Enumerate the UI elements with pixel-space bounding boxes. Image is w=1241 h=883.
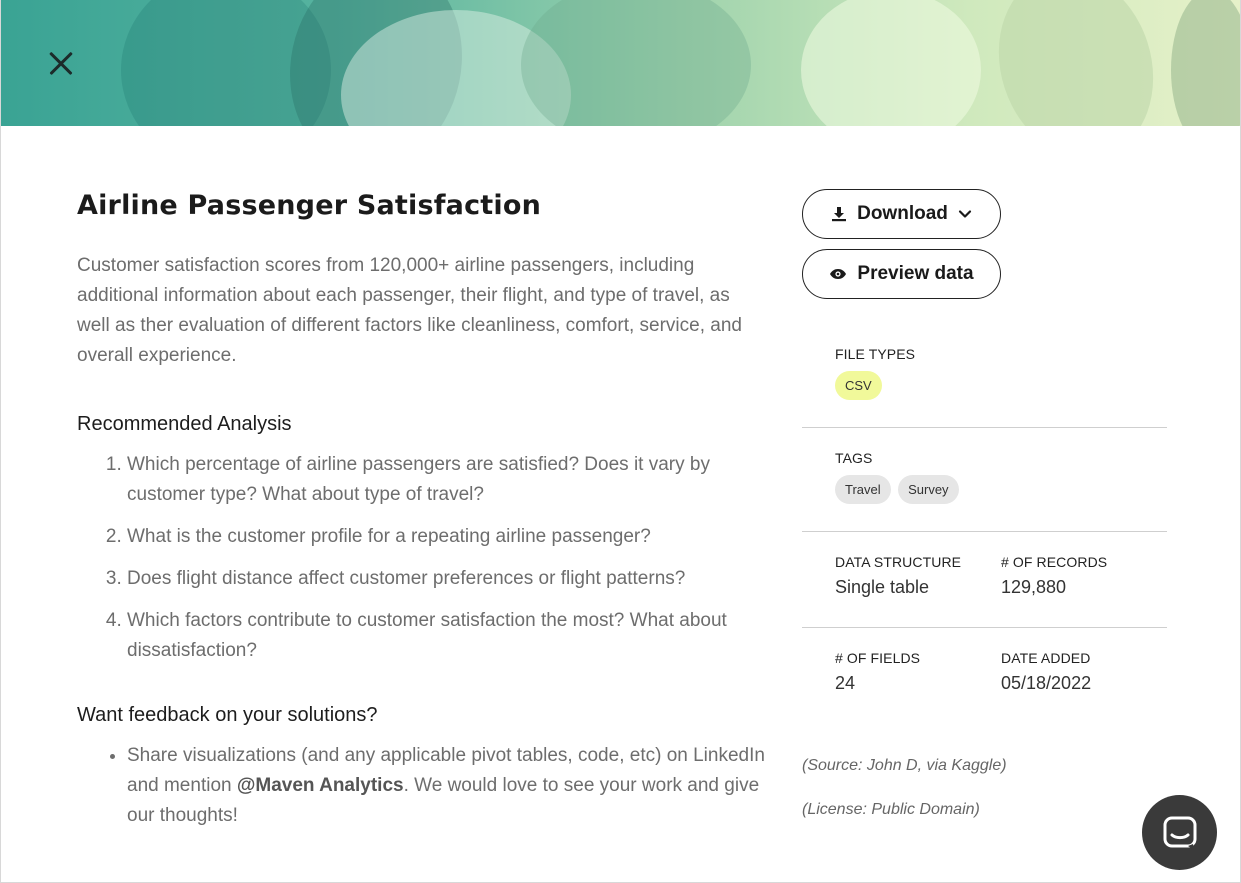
source-note: (Source: John D, via Kaggle)	[802, 757, 1007, 774]
records-value: 129,880	[1001, 577, 1067, 597]
list-item: Which factors contribute to customer sat…	[127, 606, 767, 666]
divider	[802, 427, 1167, 428]
dataset-description: Customer satisfaction scores from 120,00…	[77, 255, 742, 366]
file-type-badge: CSV	[835, 371, 882, 400]
tag-travel[interactable]: Travel	[835, 475, 891, 504]
download-label: Download	[857, 203, 948, 224]
list-item: What is the customer profile for a repea…	[127, 522, 767, 552]
fields-label: # OF FIELDS	[835, 650, 921, 666]
fields-value: 24	[835, 673, 856, 693]
records-label: # OF RECORDS	[1001, 554, 1108, 570]
maven-analytics-mention: @Maven Analytics	[236, 775, 404, 796]
file-types-section: FILE TYPES CSV	[802, 346, 1167, 400]
list-item: Which percentage of airline passengers a…	[127, 450, 767, 510]
data-structure-value: Single table	[835, 577, 930, 597]
eye-icon	[830, 269, 847, 279]
chat-button[interactable]	[1142, 795, 1217, 870]
download-icon	[832, 207, 847, 222]
recommended-analysis-heading: Recommended Analysis	[77, 413, 292, 435]
list-item: Share visualizations (and any applicable…	[127, 741, 767, 831]
tag-survey[interactable]: Survey	[898, 475, 959, 504]
fields-section: # OF FIELDS 24 DATE ADDED 05/18/2022	[802, 650, 1167, 694]
chevron-down-icon	[958, 210, 971, 218]
header-banner-image	[1, 0, 1240, 126]
dataset-modal: Airline Passenger Satisfaction Customer …	[0, 0, 1241, 883]
divider	[802, 627, 1167, 628]
recommended-analysis-list: Which percentage of airline passengers a…	[77, 450, 767, 666]
feedback-list: Share visualizations (and any applicable…	[77, 741, 767, 831]
structure-section: DATA STRUCTURE Single table # OF RECORDS…	[802, 554, 1167, 598]
tags-label: TAGS	[835, 450, 873, 466]
preview-data-button[interactable]: Preview data	[802, 249, 1001, 299]
tags-section: TAGS Travel Survey	[802, 450, 1167, 504]
data-structure-label: DATA STRUCTURE	[835, 554, 962, 570]
preview-label: Preview data	[857, 263, 974, 284]
divider	[802, 531, 1167, 532]
date-added-label: DATE ADDED	[1001, 650, 1091, 666]
list-item: Does flight distance affect customer pre…	[127, 564, 767, 594]
date-added-value: 05/18/2022	[1001, 673, 1092, 693]
dataset-details: Airline Passenger Satisfaction Customer …	[77, 190, 767, 831]
license-note: (License: Public Domain)	[802, 801, 980, 818]
feedback-heading: Want feedback on your solutions?	[77, 704, 378, 726]
download-button[interactable]: Download	[802, 189, 1001, 239]
chat-icon	[1163, 816, 1196, 850]
close-icon[interactable]	[45, 48, 77, 80]
page-title: Airline Passenger Satisfaction	[77, 190, 542, 221]
file-types-label: FILE TYPES	[835, 346, 916, 362]
